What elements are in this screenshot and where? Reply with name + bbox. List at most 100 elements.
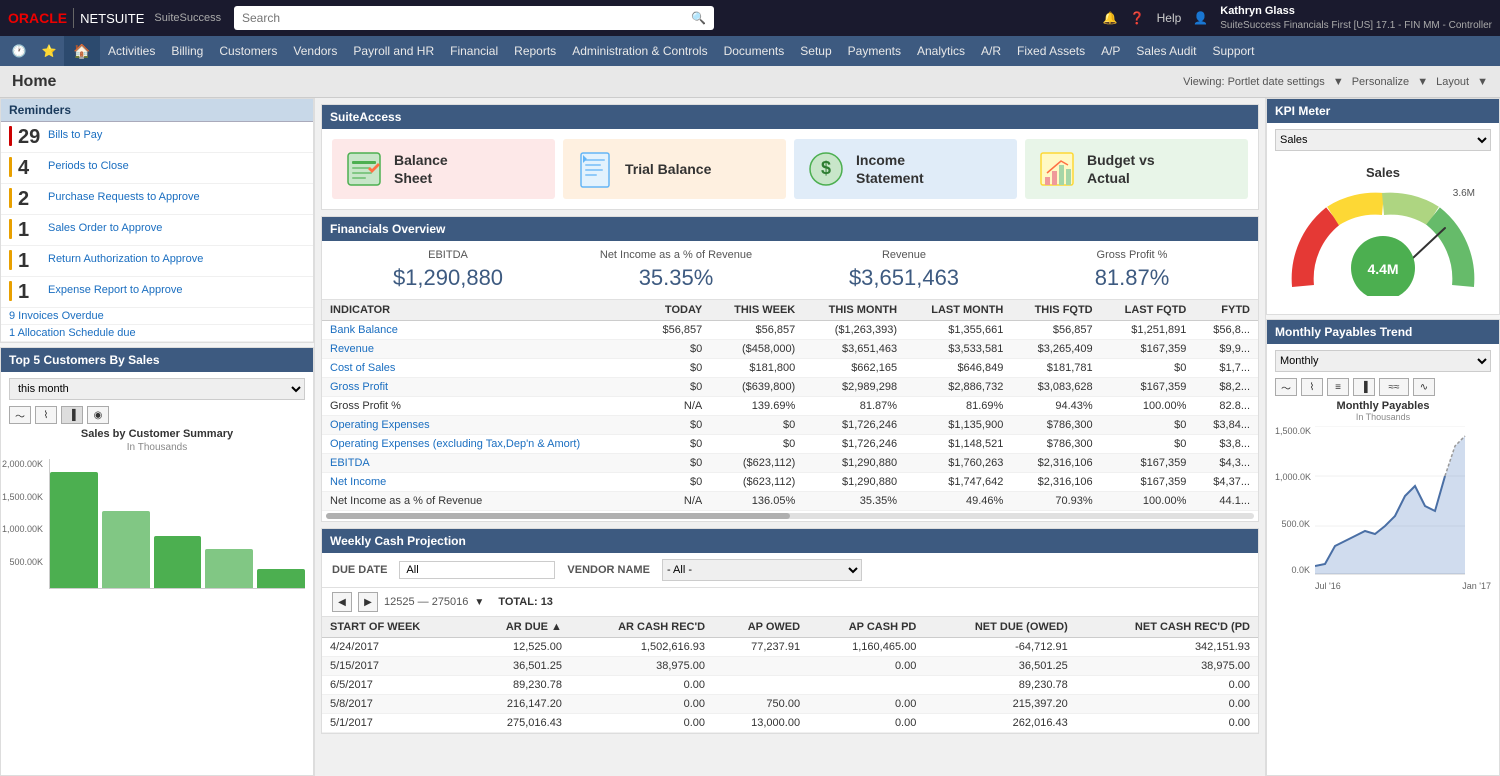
nav-payments[interactable]: Payments (840, 36, 909, 66)
vendor-name-select[interactable]: - All - (662, 559, 862, 581)
payables-chart-dot[interactable]: ∿ (1413, 378, 1435, 396)
cash-prev-btn[interactable]: ◀ (332, 592, 352, 612)
nav-fixed-assets[interactable]: Fixed Assets (1009, 36, 1093, 66)
reminder-label-exp[interactable]: Expense Report to Approve (48, 281, 183, 297)
bar-4 (205, 549, 253, 588)
cell-month: $662,165 (803, 359, 905, 378)
table-row: Net Income$0($623,112)$1,290,880$1,747,6… (322, 473, 1258, 492)
help-label[interactable]: Help (1157, 11, 1182, 25)
cash-col-net-cash: NET CASH REC'D (PD (1076, 617, 1258, 638)
reminder-label-ra[interactable]: Return Authorization to Approve (48, 250, 203, 266)
kpi-revenue: Revenue $3,651,463 (790, 249, 1018, 291)
row-label[interactable]: Operating Expenses (322, 416, 643, 435)
nav-documents[interactable]: Documents (716, 36, 793, 66)
cash-next-btn[interactable]: ▶ (358, 592, 378, 612)
row-label[interactable]: Bank Balance (322, 321, 643, 340)
card-trial-balance[interactable]: Trial Balance (563, 139, 786, 199)
reminder-allocation[interactable]: 1 Allocation Schedule due (1, 325, 313, 342)
row-label[interactable]: Revenue (322, 340, 643, 359)
favorites-icon[interactable]: ⭐ (34, 36, 64, 66)
table-row: 6/5/201789,230.780.0089,230.780.00 (322, 676, 1258, 695)
cell-lfqtd: $167,359 (1101, 378, 1195, 397)
help-icon[interactable]: ❓ (1130, 11, 1145, 25)
cell-ar-due: 89,230.78 (470, 676, 570, 695)
top5-section: Top 5 Customers By Sales this month this… (0, 347, 314, 776)
nav-ap[interactable]: A/P (1093, 36, 1128, 66)
payables-chart-line[interactable]: 〜 (1275, 378, 1297, 396)
cell-today: N/A (643, 397, 710, 416)
nav-sales-audit[interactable]: Sales Audit (1128, 36, 1204, 66)
nav-payroll[interactable]: Payroll and HR (345, 36, 442, 66)
h-scrollbar[interactable] (326, 513, 1254, 519)
bar-groups (49, 459, 305, 589)
payables-chart-more[interactable]: ≈≈ (1379, 378, 1409, 396)
home-nav-btn[interactable]: 🏠 (64, 36, 100, 66)
nav-ar[interactable]: A/R (973, 36, 1009, 66)
nav-financial[interactable]: Financial (442, 36, 506, 66)
card-income-statement[interactable]: $ IncomeStatement (794, 139, 1017, 199)
bar-2 (102, 511, 150, 588)
nav-support[interactable]: Support (1204, 36, 1262, 66)
row-label[interactable]: EBITDA (322, 454, 643, 473)
viewing-label[interactable]: Viewing: Portlet date settings (1183, 76, 1325, 88)
nav-setup[interactable]: Setup (792, 36, 839, 66)
nav-billing[interactable]: Billing (163, 36, 211, 66)
budget-actual-icon (1037, 149, 1077, 189)
card-budget-actual[interactable]: Budget vsActual (1025, 139, 1248, 199)
cell-fytd: 44.1... (1194, 492, 1258, 511)
payables-chart-bar[interactable]: ▐ (1353, 378, 1375, 396)
cell-week: 5/1/2017 (322, 714, 470, 733)
y-label-1000: 1,000.0K (1275, 472, 1310, 482)
cell-ar-cash: 0.00 (570, 676, 713, 695)
cash-range-icon[interactable]: ▼ (474, 597, 484, 608)
cell-today: $0 (643, 473, 710, 492)
payables-chart-area[interactable]: ⌇ (1301, 378, 1323, 396)
table-row: Revenue$0($458,000)$3,651,463$3,533,581$… (322, 340, 1258, 359)
search-input[interactable] (242, 11, 687, 25)
recent-icon[interactable]: 🕐 (4, 36, 34, 66)
card-balance-sheet[interactable]: BalanceSheet (332, 139, 555, 199)
top5-period-select[interactable]: this month this quarter this year (9, 378, 305, 400)
user-icon[interactable]: 👤 (1193, 11, 1208, 25)
kpi-meter-dropdown[interactable]: Sales Revenue Gross Profit (1275, 129, 1491, 151)
layout-label[interactable]: Layout (1436, 76, 1469, 88)
row-label[interactable]: Cost of Sales (322, 359, 643, 378)
table-row: 5/1/2017275,016.430.0013,000.000.00262,0… (322, 714, 1258, 733)
cell-ap-cash: 0.00 (808, 657, 924, 676)
y-label-0: 0.0K (1275, 565, 1310, 575)
financials-header: Financials Overview (322, 217, 1258, 241)
chart-type-pie[interactable]: ◉ (87, 406, 109, 424)
reminder-invoices[interactable]: 9 Invoices Overdue (1, 308, 313, 325)
payables-dropdown[interactable]: Monthly Quarterly Yearly (1275, 350, 1491, 372)
chart-type-area[interactable]: ⌇ (35, 406, 57, 424)
cell-fytd: $3,84... (1194, 416, 1258, 435)
chart-type-bar-btn[interactable]: ▐ (61, 406, 83, 424)
payables-x-axis: Jul '16 Jan '17 (1315, 581, 1491, 591)
budget-actual-label: Budget vsActual (1087, 151, 1155, 187)
cash-table: START OF WEEK AR DUE ▲ AR CASH REC'D AP … (322, 617, 1258, 733)
nav-analytics[interactable]: Analytics (909, 36, 973, 66)
reminder-label-purchase[interactable]: Purchase Requests to Approve (48, 188, 200, 204)
nav-admin[interactable]: Administration & Controls (564, 36, 715, 66)
row-label[interactable]: Net Income (322, 473, 643, 492)
reminder-label-periods[interactable]: Periods to Close (48, 157, 129, 173)
reminder-label-so[interactable]: Sales Order to Approve (48, 219, 162, 235)
row-label[interactable]: Operating Expenses (excluding Tax,Dep'n … (322, 435, 643, 454)
chart-type-line[interactable]: 〜 (9, 406, 31, 424)
payables-chart-table[interactable]: ≡ (1327, 378, 1349, 396)
due-date-input[interactable] (399, 561, 555, 579)
cell-lmonth: $1,760,263 (905, 454, 1011, 473)
reminder-label-bills[interactable]: Bills to Pay (48, 126, 102, 142)
personalize-label[interactable]: Personalize (1352, 76, 1409, 88)
nav-vendors[interactable]: Vendors (285, 36, 345, 66)
cell-today: N/A (643, 492, 710, 511)
notifications-icon[interactable]: 🔔 (1103, 11, 1118, 25)
search-bar[interactable]: 🔍 (234, 6, 714, 30)
row-label[interactable]: Gross Profit (322, 378, 643, 397)
payables-header: Monthly Payables Trend (1267, 320, 1499, 344)
nav-reports[interactable]: Reports (506, 36, 564, 66)
nav-customers[interactable]: Customers (211, 36, 285, 66)
nav-activities[interactable]: Activities (100, 36, 163, 66)
reminder-count-so: 1 (18, 219, 42, 241)
reminder-count-purchase: 2 (18, 188, 42, 210)
